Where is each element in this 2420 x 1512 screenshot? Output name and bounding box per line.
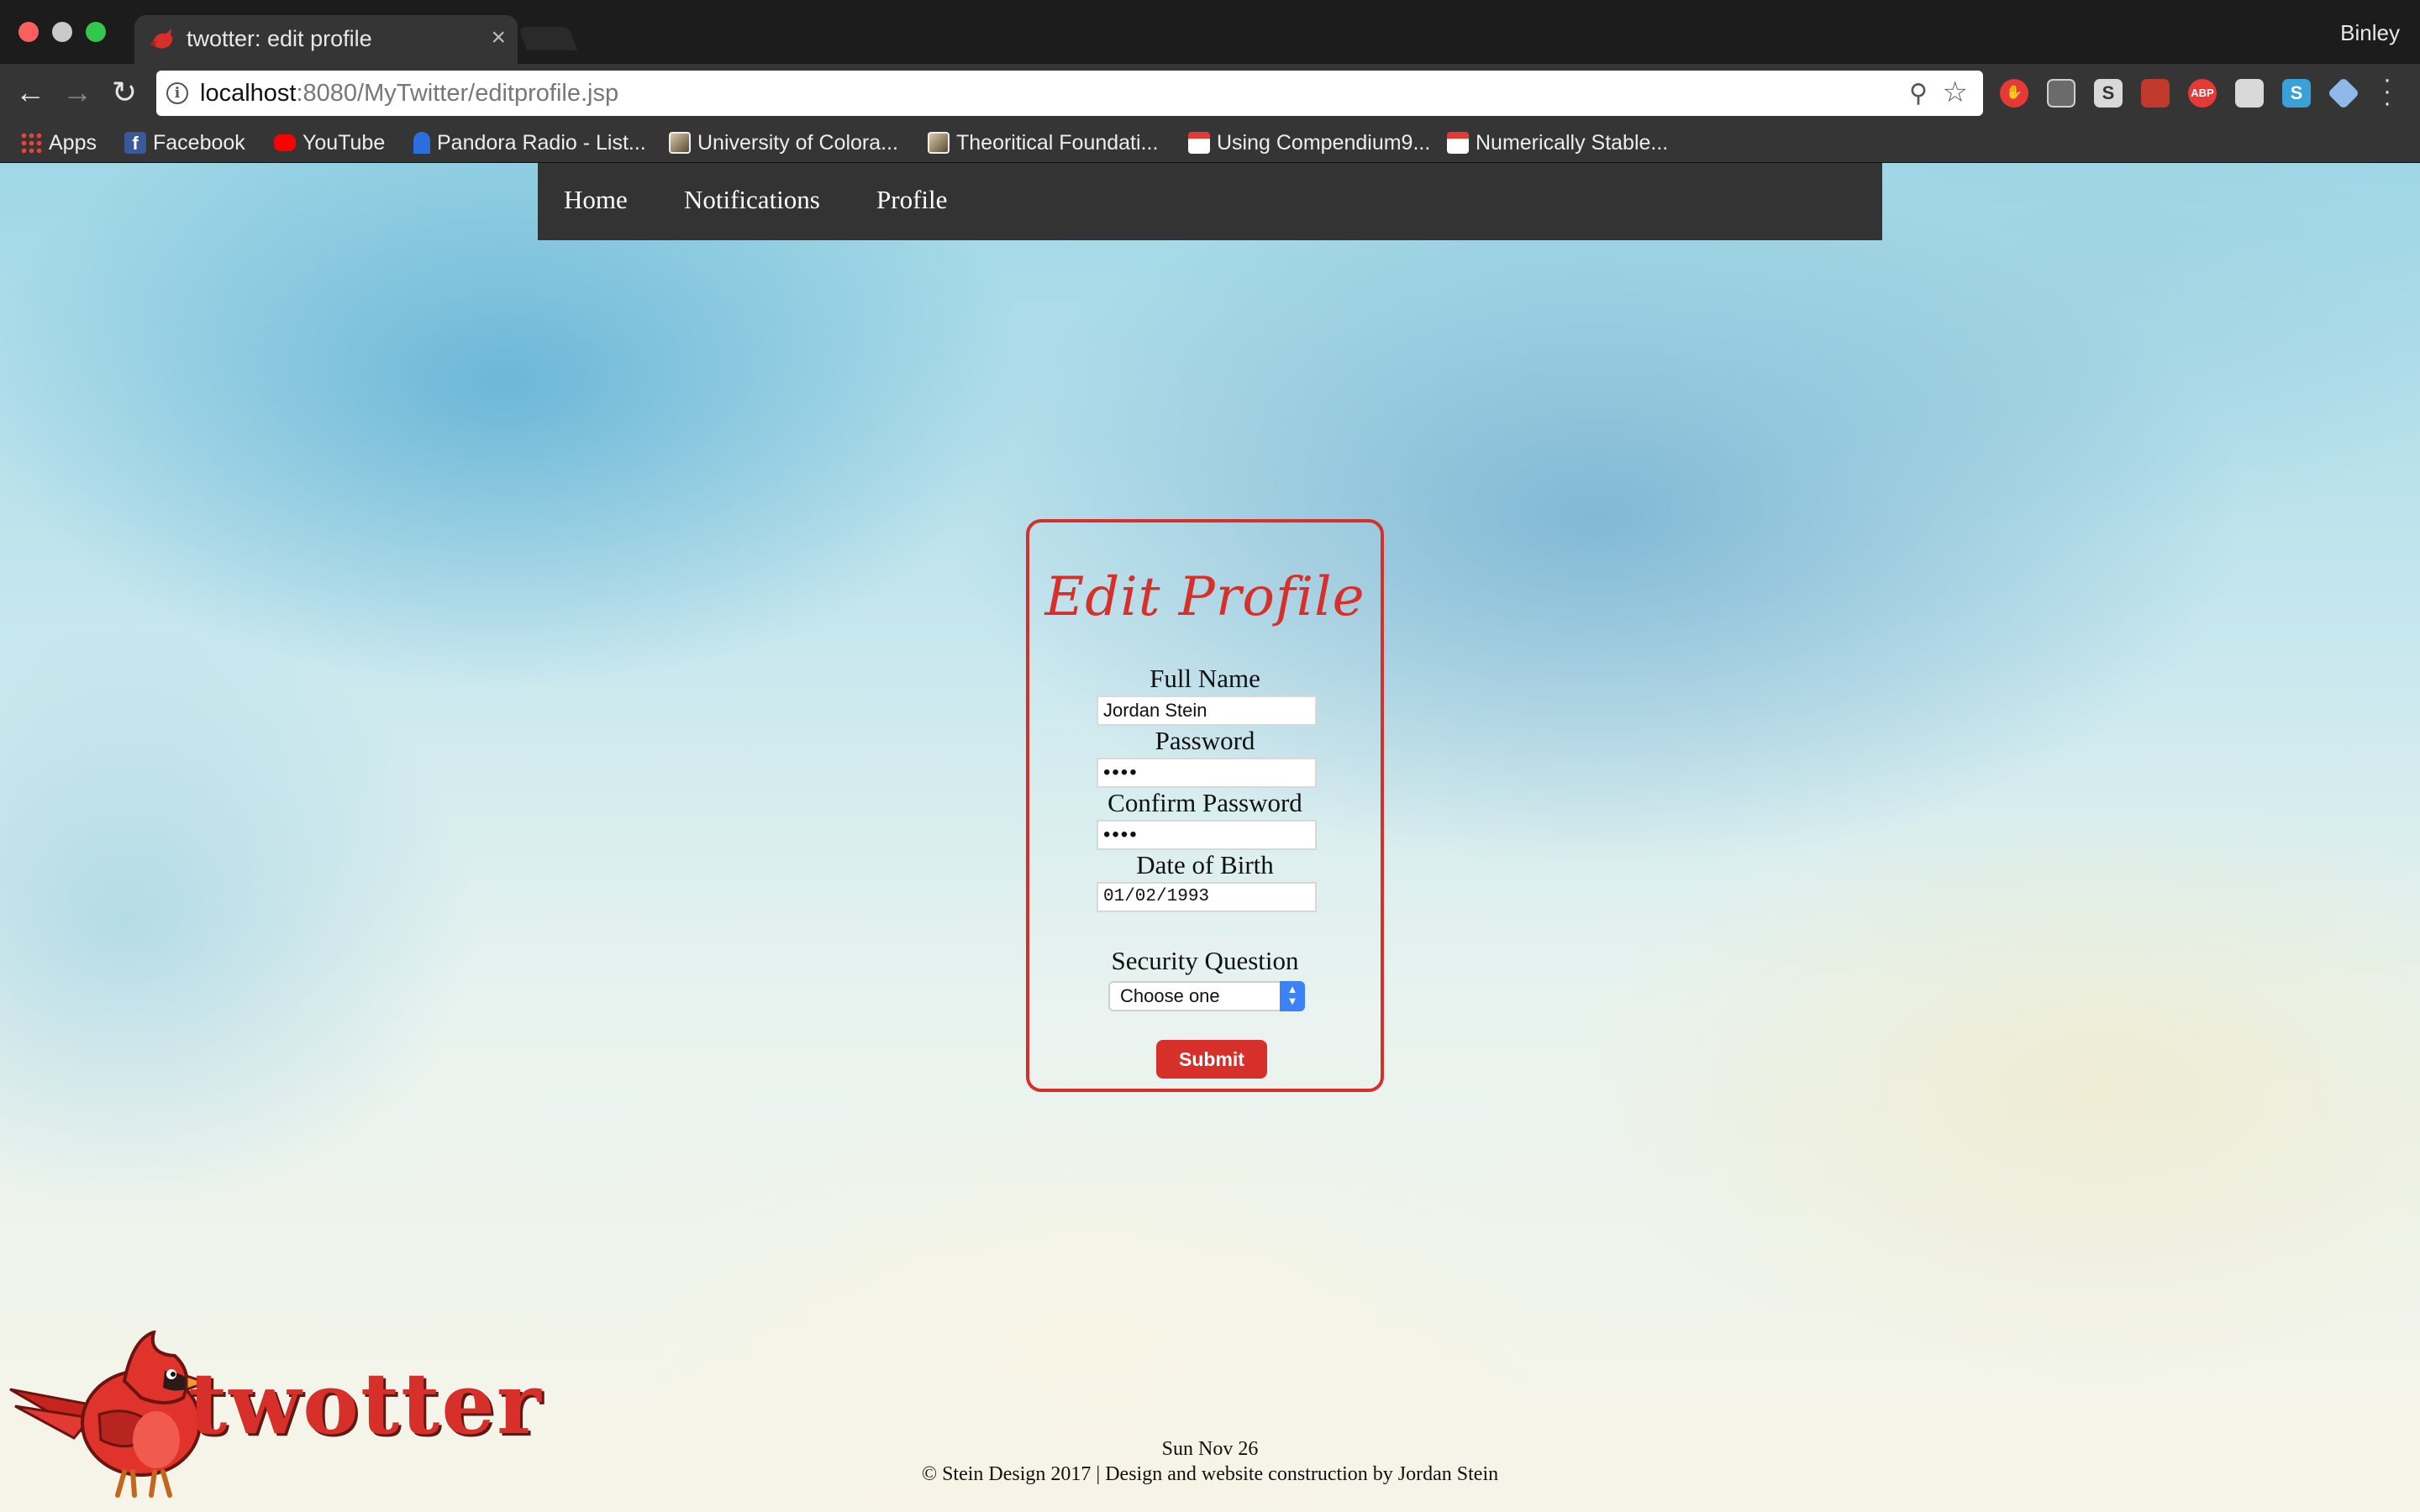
cardinal-favicon-icon xyxy=(150,29,173,49)
tape-icon[interactable] xyxy=(2141,79,2170,108)
url-text[interactable]: localhost:8080/MyTwitter/editprofile.jsp xyxy=(200,80,618,108)
bookmark-university[interactable]: University of Colora... xyxy=(669,128,898,158)
photo-icon xyxy=(928,132,950,154)
edit-profile-card: Edit Profile Full Name Jordan Stein Pass… xyxy=(1026,519,1384,1092)
bookmark-youtube[interactable]: YouTube xyxy=(274,128,385,158)
password-input[interactable]: •••• xyxy=(1097,758,1317,788)
adblock-plus-button[interactable]: ABP xyxy=(2188,79,2217,108)
nav-notifications-link[interactable]: Notifications xyxy=(684,185,820,215)
footer-date: Sun Nov 26 xyxy=(1161,1438,1259,1460)
close-window-button[interactable] xyxy=(18,22,39,42)
cat-icon[interactable] xyxy=(2235,79,2264,108)
youtube-icon xyxy=(274,134,296,151)
apps-grid-icon xyxy=(20,132,42,154)
bookmark-apps[interactable]: Apps xyxy=(20,128,97,158)
site-info-icon[interactable]: i xyxy=(166,82,188,104)
cube-icon[interactable] xyxy=(2327,76,2360,110)
confirm-password-input[interactable]: •••• xyxy=(1097,820,1317,850)
bookmark-star-icon[interactable]: ☆ xyxy=(1943,76,1968,109)
nav-home-link[interactable]: Home xyxy=(564,185,628,215)
browser-profile-name[interactable]: Binley xyxy=(2340,20,2400,46)
security-question-select[interactable]: Choose one ▲ ▼ xyxy=(1108,981,1305,1011)
bookmark-compendium[interactable]: Using Compendium9... xyxy=(1188,128,1430,158)
security-question-value: Choose one xyxy=(1120,985,1220,1006)
site-navbar: Home Notifications Profile xyxy=(538,163,1882,240)
bookmark-theoretical[interactable]: Theoritical Foundati... xyxy=(928,128,1158,158)
address-bar[interactable]: i localhost:8080/MyTwitter/editprofile.j… xyxy=(156,71,1983,116)
bookmark-label: Theoritical Foundati... xyxy=(956,130,1159,155)
url-host: localhost xyxy=(200,80,297,107)
nav-profile-link[interactable]: Profile xyxy=(876,185,947,215)
password-label: Password xyxy=(1155,726,1255,755)
forward-arrow-icon[interactable]: → xyxy=(59,74,96,111)
reload-icon[interactable]: ↻ xyxy=(106,74,143,111)
page-title: Edit Profile xyxy=(1044,566,1365,628)
bookmark-numerically-stable[interactable]: Numerically Stable... xyxy=(1447,128,1668,158)
extension-s-button[interactable]: S xyxy=(2094,79,2123,108)
new-tab-button[interactable] xyxy=(518,27,578,50)
stop-icon[interactable]: ✋ xyxy=(2000,79,2028,108)
bookmark-label: Pandora Radio - List... xyxy=(437,130,646,155)
full-name-label: Full Name xyxy=(1150,664,1260,693)
bookmark-label: YouTube xyxy=(302,130,386,155)
pandora-icon xyxy=(413,132,430,154)
security-question-label: Security Question xyxy=(1111,946,1299,975)
bookmark-facebook[interactable]: f Facebook xyxy=(124,128,245,158)
minimize-window-button[interactable] xyxy=(52,22,72,42)
photo-icon xyxy=(669,132,691,154)
page-viewport: Home Notifications Profile Edit Profile … xyxy=(0,163,2420,1512)
facebook-icon: f xyxy=(124,132,146,154)
browser-titlebar: twotter: edit profile × Binley xyxy=(0,0,2420,64)
bookmark-label: Numerically Stable... xyxy=(1476,130,1669,155)
bookmark-label: Facebook xyxy=(153,130,245,155)
tab-close-icon[interactable]: × xyxy=(491,24,506,52)
reader-icon[interactable] xyxy=(2047,79,2075,108)
key-icon[interactable]: ⚲ xyxy=(1909,79,1928,108)
browser-toolbar: ← → ↻ i localhost:8080/MyTwitter/editpro… xyxy=(0,64,2420,123)
zoom-window-button[interactable] xyxy=(86,22,106,42)
bookmark-label: Apps xyxy=(49,130,97,155)
tab-title: twotter: edit profile xyxy=(187,26,372,51)
footer-copyright: © Stein Design 2017 | Design and website… xyxy=(921,1463,1499,1485)
extension-skype-button[interactable]: S xyxy=(2282,79,2311,108)
bookmark-label: University of Colora... xyxy=(697,130,898,155)
full-name-input[interactable]: Jordan Stein xyxy=(1097,696,1317,726)
bookmark-pandora[interactable]: Pandora Radio - List... xyxy=(413,128,646,158)
pdf-icon xyxy=(1188,132,1210,154)
submit-button[interactable]: Submit xyxy=(1156,1040,1267,1079)
bookmarks-bar: Apps f Facebook YouTube Pandora Radio - … xyxy=(0,123,2420,163)
url-path: :8080/MyTwitter/editprofile.jsp xyxy=(296,80,619,107)
pdf-icon xyxy=(1447,132,1469,154)
confirm-password-label: Confirm Password xyxy=(1107,788,1302,817)
back-arrow-icon[interactable]: ← xyxy=(12,74,49,111)
bookmark-label: Using Compendium9... xyxy=(1217,130,1431,155)
select-arrows-icon: ▲ ▼ xyxy=(1280,981,1305,1011)
date-of-birth-input[interactable]: 01/02/1993 xyxy=(1097,882,1317,912)
date-of-birth-label: Date of Birth xyxy=(1136,850,1274,879)
browser-tab-active[interactable]: twotter: edit profile × xyxy=(134,15,518,64)
browser-menu-icon[interactable]: · · · xyxy=(2375,67,2400,116)
